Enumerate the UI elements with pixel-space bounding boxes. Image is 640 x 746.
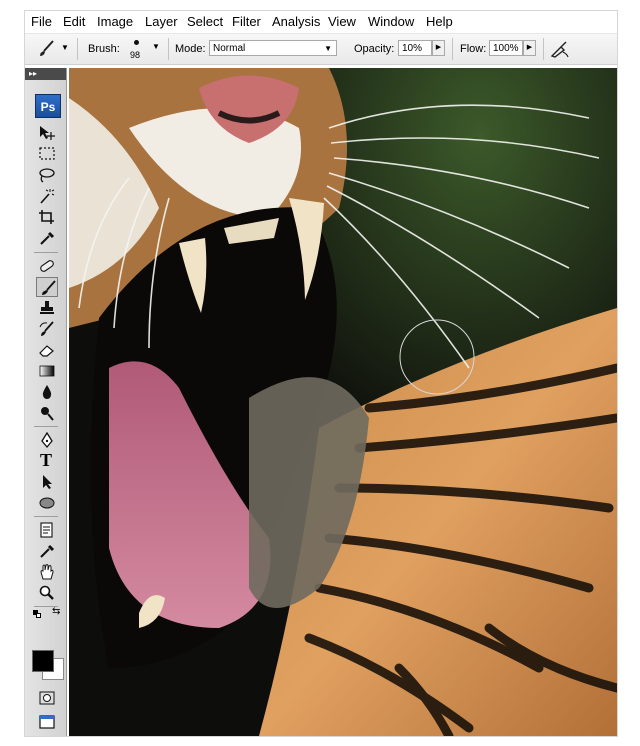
quick-mask-icon bbox=[39, 691, 55, 705]
menu-file[interactable]: File bbox=[31, 14, 52, 29]
brush-dot-icon bbox=[134, 40, 139, 45]
marquee-icon bbox=[39, 147, 55, 160]
airbrush-toggle[interactable] bbox=[549, 39, 571, 59]
notes-icon bbox=[40, 522, 53, 538]
flow-label: Flow: bbox=[460, 43, 487, 55]
path-selection-tool[interactable] bbox=[36, 472, 58, 492]
ellipse-tool[interactable] bbox=[36, 493, 58, 513]
tiger-photo bbox=[69, 68, 617, 736]
airbrush-icon bbox=[550, 41, 569, 58]
tool-preset-picker[interactable]: ▼ bbox=[35, 39, 71, 59]
ps-logo[interactable]: Ps bbox=[35, 94, 61, 118]
mode-value: Normal bbox=[213, 43, 246, 54]
menu-layer[interactable]: Layer bbox=[145, 14, 178, 29]
brush-preset-picker[interactable]: 98 ▼ bbox=[125, 37, 163, 63]
magnifier-icon bbox=[39, 585, 54, 600]
default-colors-icon[interactable] bbox=[33, 610, 41, 618]
brush-label: Brush: bbox=[88, 43, 120, 55]
marquee-tool[interactable] bbox=[36, 144, 58, 164]
notes-tool[interactable] bbox=[36, 520, 58, 540]
bandage-icon bbox=[40, 260, 54, 272]
toolbox: ▸▸ Ps T ⇆ bbox=[25, 68, 67, 736]
menu-select[interactable]: Select bbox=[187, 14, 223, 29]
menu-help[interactable]: Help bbox=[426, 14, 453, 29]
chevron-down-icon: ▼ bbox=[324, 44, 332, 53]
hand-tool[interactable] bbox=[36, 562, 58, 582]
type-tool[interactable]: T bbox=[36, 450, 58, 471]
eyedropper-tool-2[interactable] bbox=[36, 541, 58, 561]
chevron-down-icon: ▼ bbox=[152, 42, 160, 51]
flow-slider-button[interactable]: ▶ bbox=[523, 40, 536, 56]
eyedropper-icon bbox=[40, 544, 55, 558]
menu-edit[interactable]: Edit bbox=[63, 14, 85, 29]
eraser-icon bbox=[39, 345, 54, 357]
ellipse-icon bbox=[39, 497, 55, 509]
screen-mode-icon bbox=[39, 715, 55, 729]
clone-stamp-tool[interactable] bbox=[36, 298, 58, 318]
toolbox-collapse-button[interactable]: ▸▸ bbox=[25, 68, 66, 80]
swap-colors-icon[interactable]: ⇆ bbox=[52, 606, 60, 617]
zoom-tool[interactable] bbox=[36, 583, 58, 603]
lasso-icon bbox=[39, 168, 55, 183]
history-brush-icon bbox=[39, 321, 54, 336]
options-bar: ▼ Brush: 98 ▼ Mode: Normal ▼ Opacity: 10… bbox=[25, 34, 617, 65]
quick-mask-button[interactable] bbox=[36, 688, 58, 708]
hand-icon bbox=[40, 564, 54, 580]
foreground-color-swatch[interactable] bbox=[32, 650, 54, 672]
dodge-icon bbox=[41, 407, 54, 421]
magic-wand-tool[interactable] bbox=[36, 186, 58, 206]
gradient-tool[interactable] bbox=[36, 361, 58, 381]
photoshop-window: File Edit Image Layer Select Filter Anal… bbox=[24, 10, 618, 737]
lasso-tool[interactable] bbox=[36, 165, 58, 185]
brush-size-readout: 98 bbox=[130, 50, 141, 60]
brush-icon bbox=[42, 280, 56, 295]
crop-icon bbox=[39, 210, 54, 224]
opacity-label: Opacity: bbox=[354, 43, 395, 55]
mode-select[interactable]: Normal ▼ bbox=[209, 40, 337, 56]
screen-mode-button[interactable] bbox=[36, 712, 58, 732]
dodge-tool[interactable] bbox=[36, 403, 58, 423]
pen-icon bbox=[41, 432, 53, 448]
menu-window[interactable]: Window bbox=[368, 14, 414, 29]
menu-bar: File Edit Image Layer Select Filter Anal… bbox=[25, 11, 617, 34]
chevron-down-icon: ▼ bbox=[61, 43, 69, 52]
eraser-tool[interactable] bbox=[36, 340, 58, 360]
gradient-icon bbox=[39, 365, 55, 377]
arrow-icon bbox=[43, 475, 52, 489]
menu-view[interactable]: View bbox=[328, 14, 356, 29]
mode-label: Mode: bbox=[175, 43, 206, 55]
opacity-slider-button[interactable]: ▶ bbox=[432, 40, 445, 56]
type-icon: T bbox=[40, 450, 53, 470]
magic-wand-icon bbox=[40, 189, 55, 204]
pen-tool[interactable] bbox=[36, 430, 58, 450]
move-tool[interactable] bbox=[36, 123, 58, 143]
opacity-input[interactable]: 10% bbox=[398, 40, 432, 56]
drop-icon bbox=[42, 385, 52, 399]
eyedropper-tool[interactable] bbox=[36, 228, 58, 248]
healing-brush-tool[interactable] bbox=[36, 256, 58, 276]
brush-tool[interactable] bbox=[36, 277, 58, 297]
menu-analysis[interactable]: Analysis bbox=[272, 14, 320, 29]
menu-filter[interactable]: Filter bbox=[232, 14, 261, 29]
document-canvas[interactable] bbox=[69, 68, 617, 736]
brush-icon bbox=[40, 40, 54, 56]
menu-image[interactable]: Image bbox=[97, 14, 133, 29]
blur-tool[interactable] bbox=[36, 382, 58, 402]
history-brush-tool[interactable] bbox=[36, 319, 58, 339]
eyedropper-icon bbox=[40, 231, 55, 245]
stamp-icon bbox=[40, 301, 54, 314]
move-icon bbox=[40, 126, 55, 140]
crop-tool[interactable] bbox=[36, 207, 58, 227]
flow-input[interactable]: 100% bbox=[489, 40, 523, 56]
